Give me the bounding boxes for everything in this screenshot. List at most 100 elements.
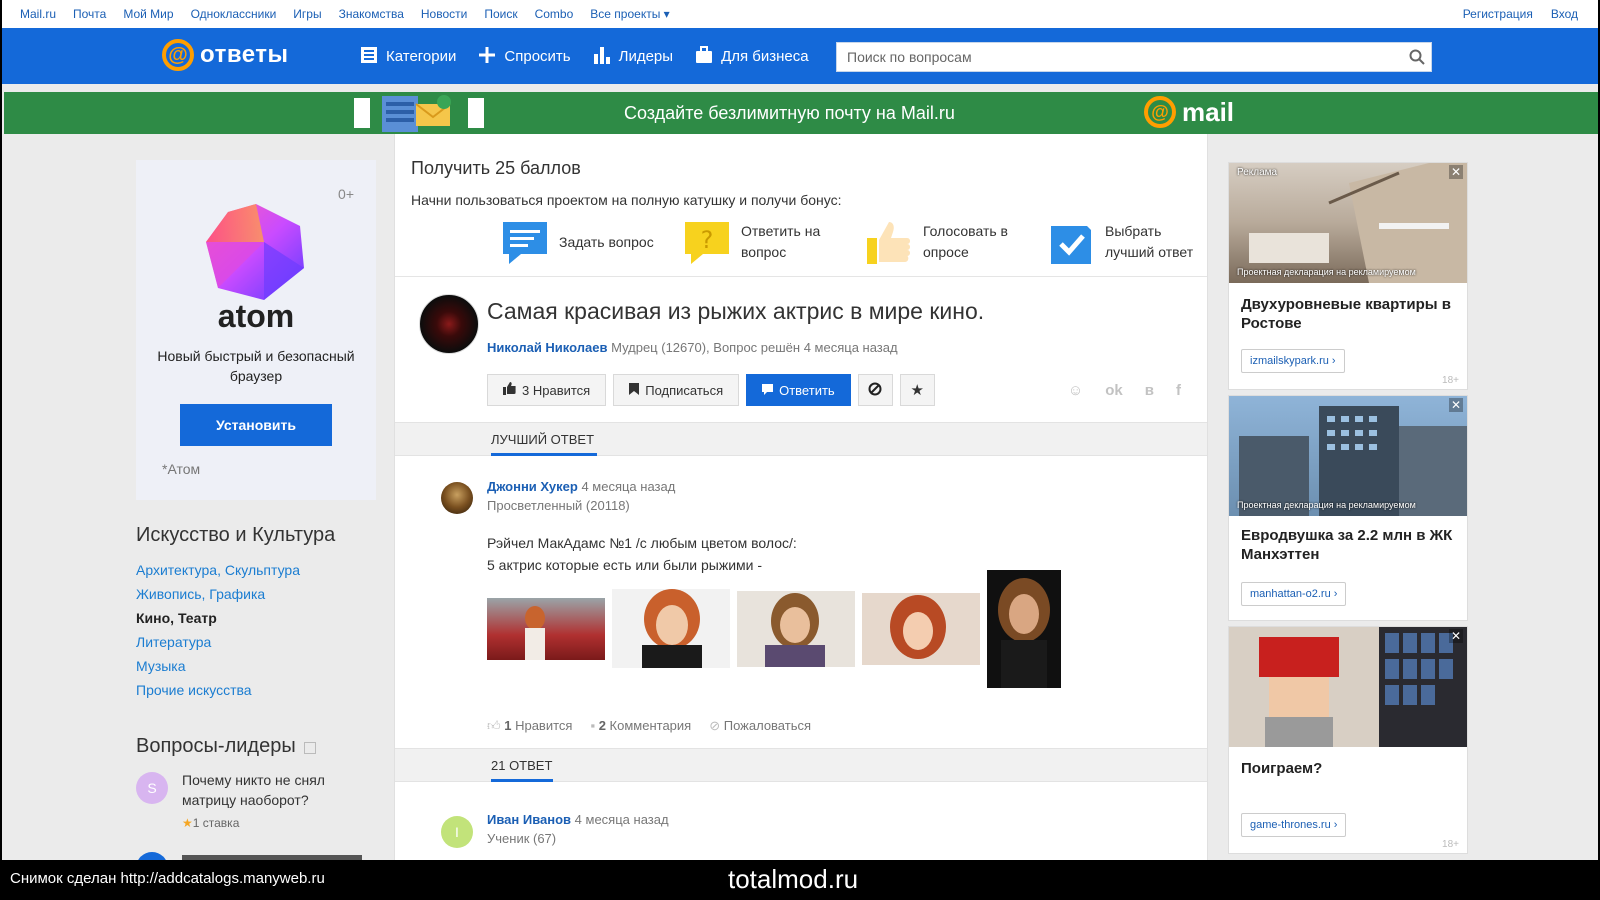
answer-button[interactable]: Ответить [746, 374, 851, 406]
report-link[interactable]: ⊘ Пожаловаться [709, 718, 811, 734]
leader-question-text[interactable]: Почему никто не снял матрицу наоборот? [182, 770, 362, 810]
ad-card[interactable]: ✕ Проектная декларация на рекламируемом … [1228, 395, 1468, 621]
screenshot-caption-bar: Снимок сделан http://addcatalogs.manyweb… [0, 860, 1600, 900]
close-icon[interactable]: ✕ [1449, 398, 1463, 412]
category-item-active[interactable]: Кино, Театр [136, 610, 300, 634]
ad-card[interactable]: Реклама ✕ Проектная декларация на реклам… [1228, 162, 1468, 390]
mail-server-illustration [354, 92, 484, 134]
answer-time: 4 месяца назад [574, 812, 669, 827]
category-item[interactable]: Живопись, Графика [136, 586, 300, 610]
close-icon[interactable]: ✕ [1449, 629, 1463, 643]
ad-link[interactable]: game-thrones.ru › [1241, 813, 1347, 837]
category-item[interactable]: Литература [136, 634, 300, 658]
avatar[interactable] [441, 482, 473, 514]
photo-thumbnail[interactable] [612, 589, 730, 668]
ad-image [1229, 163, 1467, 283]
portal-links: Mail.ru Почта Мой Мир Одноклассники Игры… [20, 7, 670, 21]
answer-comments[interactable]: ▪ 2 Комментария [590, 718, 691, 734]
info-square-icon[interactable] [303, 742, 316, 754]
portal-bar: Mail.ru Почта Мой Мир Одноклассники Игры… [2, 0, 1598, 28]
photo-thumbnail[interactable] [862, 593, 980, 665]
portal-link-news[interactable]: Новости [421, 7, 467, 21]
like-button[interactable]: 3 Нравится [487, 374, 607, 406]
photo-thumbnail[interactable] [737, 591, 855, 667]
ad-image [1229, 627, 1467, 747]
bonus-step-answer[interactable]: ? Ответить на вопрос [683, 218, 837, 266]
best-answer-section-bar: Лучший ответ [395, 422, 1207, 456]
ad-tag: Реклама [1237, 167, 1278, 178]
search-icon[interactable] [1403, 43, 1431, 71]
avatar[interactable]: I [441, 816, 473, 848]
ad-title[interactable]: Двухуровневые квартиры в Ростове [1241, 295, 1457, 333]
all-projects-label: Все проекты [590, 7, 661, 21]
ad-link[interactable]: izmailskypark.ru › [1241, 349, 1345, 373]
portal-link-search[interactable]: Поиск [484, 7, 517, 21]
portal-link-mail[interactable]: Почта [73, 7, 106, 21]
all-projects-dropdown[interactable]: Все проекты ▾ [590, 7, 669, 21]
photo-thumbnail[interactable] [987, 570, 1061, 688]
answers-count-tab[interactable]: 21 ответ [491, 758, 552, 773]
portal-link-my-world[interactable]: Мой Мир [123, 7, 173, 21]
moimir-share-icon[interactable]: ☺ [1068, 382, 1083, 399]
tab-underline [491, 779, 553, 782]
category-item[interactable]: Прочие искусства [136, 682, 300, 706]
thumbs-up-icon [865, 218, 913, 266]
answer-like[interactable]: 👍︎ 1 Нравится [487, 718, 572, 734]
answer-photos [487, 570, 1087, 700]
portal-auth: Регистрация Вход [1463, 7, 1578, 21]
comment-icon: ▪ [590, 718, 596, 733]
mail-promo-banner[interactable]: Создайте безлимитную почту на Mail.ru @ … [4, 92, 1598, 134]
leaders-heading: Вопросы-лидеры [136, 735, 316, 758]
block-icon [868, 382, 882, 399]
register-link[interactable]: Регистрация [1463, 7, 1533, 21]
best-answer-tab[interactable]: Лучший ответ [491, 432, 594, 447]
avatar[interactable] [419, 294, 479, 354]
question-page: Получить 25 баллов Начни пользоваться пр… [394, 134, 1208, 860]
vk-share-icon[interactable]: в [1145, 382, 1154, 399]
favorite-button[interactable]: ★ [899, 374, 935, 406]
ad-title[interactable]: Поиграем? [1241, 759, 1457, 778]
bonus-subtitle: Начни пользоваться проектом на полную ка… [411, 192, 842, 208]
otvety-logo[interactable]: @ ответы [162, 39, 289, 71]
question-author[interactable]: Николай Николаев [487, 340, 607, 355]
answer-author[interactable]: Иван Иванов [487, 812, 571, 827]
at-logo-icon: @ [1144, 96, 1176, 128]
bonus-step-best[interactable]: Выбрать лучший ответ [1047, 218, 1201, 266]
portal-link-games[interactable]: Игры [293, 7, 321, 21]
portal-link-combo[interactable]: Combo [535, 7, 574, 21]
ad-title[interactable]: Евродвушка за 2.2 млн в ЖК Манхэттен [1241, 526, 1457, 564]
answer-author-line: Иван Иванов 4 месяца назад [487, 812, 669, 827]
nav-leaders[interactable]: Лидеры [593, 46, 673, 67]
category-item[interactable]: Архитектура, Скульптура [136, 562, 300, 586]
portal-link-ok[interactable]: Одноклассники [191, 7, 277, 21]
bonus-step-vote[interactable]: Голосовать в опросе [865, 218, 1019, 266]
photo-thumbnail[interactable] [487, 598, 605, 660]
category-item[interactable]: Музыка [136, 658, 300, 682]
question-title: Самая красивая из рыжих актрис в мире ки… [487, 298, 985, 324]
bookmark-icon [629, 382, 640, 398]
ad-link[interactable]: manhattan-o2.ru › [1241, 582, 1347, 606]
answer-author[interactable]: Джонни Хукер [487, 479, 578, 494]
answer-like-count: 1 [504, 718, 512, 733]
tab-underline [491, 453, 597, 456]
search-input[interactable] [837, 43, 1403, 71]
ok-share-icon[interactable]: ok [1105, 382, 1123, 399]
login-link[interactable]: Вход [1551, 7, 1578, 21]
bonus-step-label: Голосовать в опросе [923, 223, 1008, 260]
browser-viewport: Mail.ru Почта Мой Мир Одноклассники Игры… [0, 0, 1600, 860]
bonus-step-ask[interactable]: Задать вопрос [501, 218, 655, 266]
subscribe-button[interactable]: Подписаться [613, 374, 740, 406]
nav-business[interactable]: Для бизнеса [695, 45, 809, 67]
install-button[interactable]: Установить [180, 404, 332, 446]
block-button[interactable] [857, 374, 893, 406]
portal-link-dating[interactable]: Знакомства [339, 7, 404, 21]
leader-bid: ★1 ставка [182, 816, 239, 830]
nav-ask[interactable]: Спросить [478, 46, 571, 67]
close-icon[interactable]: ✕ [1449, 165, 1463, 179]
nav-categories[interactable]: Категории [360, 46, 456, 67]
ad-card[interactable]: ✕ Поиграем? game-thrones.ru › 18+ [1228, 626, 1468, 854]
bonus-title: Получить 25 баллов [411, 158, 581, 178]
portal-link-mailru[interactable]: Mail.ru [20, 7, 56, 21]
avatar: S [136, 772, 168, 804]
facebook-share-icon[interactable]: f [1176, 382, 1181, 399]
